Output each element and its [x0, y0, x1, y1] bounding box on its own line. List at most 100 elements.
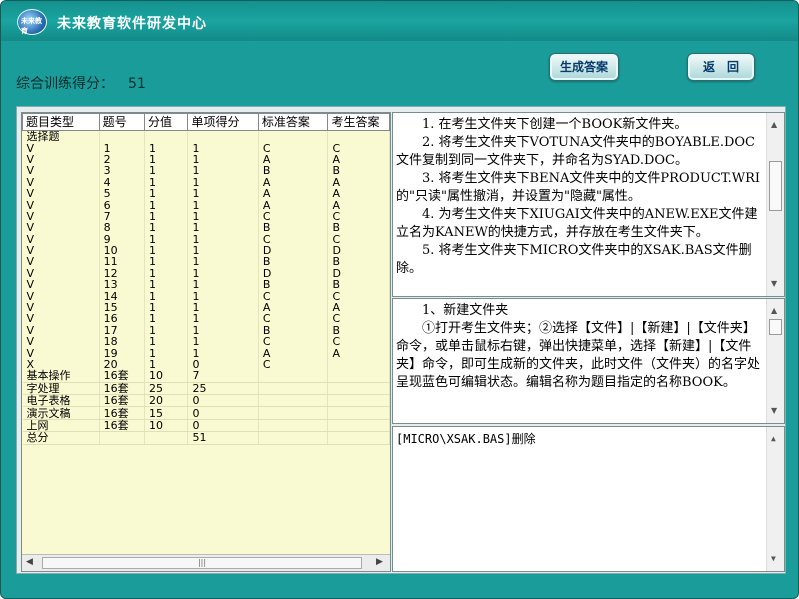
table-cell [99, 130, 146, 143]
table-cell: B [258, 279, 329, 291]
table-cell: C [327, 313, 390, 325]
table-cell: A [258, 188, 329, 200]
column-header[interactable]: 考生答案 [327, 113, 390, 131]
table-cell: 16套 [99, 419, 146, 433]
table-cell [187, 130, 259, 143]
window-title: 未来教育软件研发中心 [57, 16, 207, 32]
generate-answer-button[interactable]: 生成答案 [549, 53, 619, 81]
text-paragraph: 3. 将考生文件夹下BENA文件夹中的文件PRODUCT.WRI的"只读"属性撤… [396, 171, 761, 204]
result-textbox[interactable]: [MICRO\XSAK.BAS]删除 ▲ ▼ [392, 426, 785, 572]
table-cell: 25 [144, 382, 189, 396]
solution-scrollbar[interactable]: ▲ ▼ [766, 299, 784, 423]
column-header[interactable]: 单项得分 [187, 113, 259, 131]
question-textbox[interactable]: 1. 在考生文件夹下创建一个BOOK新文件夹。 2. 将考生文件夹下VOTUNA文… [392, 112, 785, 297]
question-scrollbar[interactable]: ▲ ▼ [766, 113, 784, 296]
table-cell: C [258, 359, 329, 371]
table-cell: 1 [187, 222, 259, 234]
table-cell: V [22, 222, 100, 234]
scroll-down-icon[interactable]: ▼ [771, 550, 776, 568]
table-cell: B [327, 256, 390, 268]
table-row: 基本操作 16套 10 7 [22, 370, 390, 383]
column-header[interactable]: 题目类型 [22, 113, 100, 131]
table-cell: 11 [99, 256, 146, 268]
solution-textbox[interactable]: 1、新建文件夹 ①打开考生文件夹；②选择【文件】|【新建】|【文件夹】命令，或单击… [392, 298, 785, 424]
solution-content: 1、新建文件夹 ①打开考生文件夹；②选择【文件】|【新建】|【文件夹】命令，或单击… [396, 302, 766, 392]
table-cell: A [327, 347, 390, 359]
table-cell: V [22, 279, 100, 291]
table-cell: 16套 [99, 370, 146, 383]
table-cell: 7 [187, 370, 259, 383]
scroll-thumb[interactable] [769, 161, 782, 211]
table-cell [258, 370, 329, 383]
result-scrollbar[interactable]: ▲ ▼ [766, 427, 784, 571]
table-cell: 8 [99, 222, 146, 234]
table-cell [258, 431, 329, 445]
table-cell [327, 130, 390, 143]
scroll-thumb[interactable]: ||| [42, 557, 362, 569]
table-cell: 字处理 [22, 382, 100, 396]
table-cell: V [22, 313, 100, 325]
score-table: 题目类型 题号 分值 单项得分 标准答案 考生答案 选择题 V 1 1 1 C C V 2 1 1 A A V 3 1 1… [22, 113, 390, 445]
table-cell: B [258, 222, 329, 234]
table-cell: 1 [187, 256, 259, 268]
score-grid[interactable]: 题目类型 题号 分值 单项得分 标准答案 考生答案 选择题 V 1 1 1 C C V 2 1 1 A A V 3 1 1… [21, 112, 391, 572]
horizontal-scrollbar[interactable]: ◀ ||| ▶ [22, 554, 390, 571]
table-row: V311BB [22, 165, 390, 177]
table-row: 演示文稿 16套 15 0 [22, 406, 390, 420]
table-cell: 10 [144, 419, 189, 433]
table-cell: 基本操作 [22, 370, 100, 383]
table-cell: 1 [144, 279, 189, 291]
table-body: 选择题 V 1 1 1 C C V 2 1 1 A A V 3 1 1 B B V 4 1 1 A A V 5 1 1 A A V 6 1 1 A A V… [22, 130, 390, 445]
scroll-left-icon[interactable]: ◀ [26, 557, 33, 567]
table-cell: 选择题 [22, 130, 100, 143]
table-cell [258, 130, 329, 143]
table-cell [144, 130, 189, 143]
main-window: 未来教育 未来教育软件研发中心 综合训练得分： 51 生成答案 返 回 题目类型题… [0, 0, 799, 599]
title-bar: 未来教育 未来教育软件研发中心 [1, 1, 798, 41]
table-cell: 电子表格 [22, 394, 100, 408]
table-cell: 1 [187, 165, 259, 177]
text-paragraph: 4. 为考生文件夹下XIUGAI文件夹中的ANEW.EXE文件建立名为KANEW… [396, 207, 758, 240]
scroll-up-icon[interactable]: ▲ [771, 116, 777, 134]
table-cell: 16套 [99, 406, 146, 420]
back-button[interactable]: 返 回 [687, 53, 755, 81]
table-cell: 0 [187, 419, 259, 433]
scroll-right-icon[interactable]: ▶ [376, 557, 383, 567]
table-cell: 3 [99, 165, 146, 177]
scroll-up-icon[interactable]: ▲ [771, 302, 777, 320]
scroll-down-icon[interactable]: ▼ [771, 275, 777, 293]
table-cell: 上网 [22, 419, 100, 433]
scroll-down-icon[interactable]: ▼ [771, 402, 777, 420]
table-cell [327, 419, 390, 433]
column-header[interactable]: 分值 [144, 113, 189, 131]
table-cell: 1 [144, 165, 189, 177]
table-cell: 18 [99, 336, 146, 348]
table-row: 上网 16套 10 0 [22, 419, 390, 433]
table-cell: V [22, 336, 100, 348]
column-header[interactable]: 标准答案 [257, 113, 329, 131]
table-cell: 1 [187, 313, 259, 325]
result-content: [MICRO\XSAK.BAS]删除 [396, 432, 536, 446]
table-cell: 16套 [99, 382, 146, 396]
scroll-up-icon[interactable]: ▲ [771, 430, 776, 448]
table-row: 电子表格 16套 20 0 [22, 394, 390, 408]
table-cell: 20 [144, 394, 189, 408]
table-cell: 1 [187, 279, 259, 291]
table-cell: 15 [144, 406, 189, 420]
table-cell: 1 [144, 222, 189, 234]
column-header[interactable]: 题号 [98, 113, 146, 131]
table-cell [258, 406, 329, 420]
scroll-thumb[interactable] [769, 319, 782, 335]
table-row: V 18 1 1 C C [22, 336, 390, 348]
table-cell [327, 370, 390, 383]
table-row: V 19 1 1 A A [22, 347, 390, 359]
table-cell [327, 394, 390, 408]
table-cell: B [327, 222, 390, 234]
table-cell: 1 [144, 188, 189, 200]
table-cell: 1 [144, 336, 189, 348]
score-value: 51 [128, 76, 146, 92]
logo-text: 未来教育 [21, 17, 42, 35]
table-cell [99, 431, 146, 445]
text-paragraph: ①打开考生文件夹；②选择【文件】|【新建】|【文件夹】命令，或单击鼠标右键，弹出… [396, 321, 761, 390]
table-header-row: 题目类型 题号 分值 单项得分 标准答案 考生答案 [22, 113, 390, 131]
